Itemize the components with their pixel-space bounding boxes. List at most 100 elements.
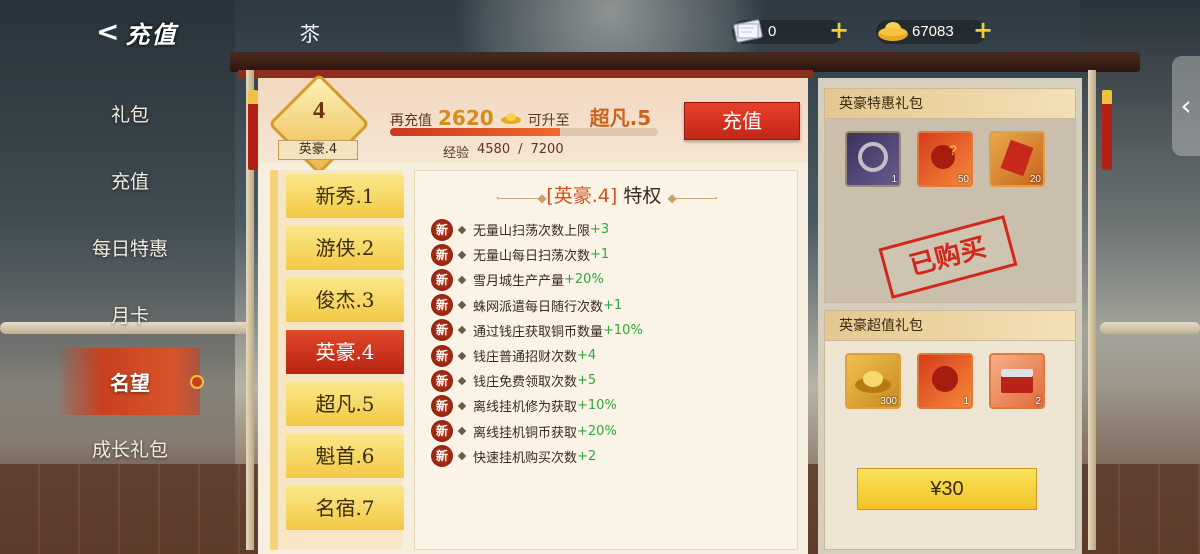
nav-item-reputation[interactable]: 名望 (60, 348, 204, 415)
nav-item-daily-deals[interactable]: 每日特惠 (60, 214, 200, 281)
tier-item[interactable]: 魁首.6 (286, 434, 404, 478)
item-qty: 1 (963, 396, 969, 407)
privilege-suffix: 特权 (623, 185, 662, 207)
diamond-bullet-icon (457, 351, 467, 360)
new-badge-icon: 新 (431, 319, 453, 342)
value-pack-items: 300 1 2 (845, 353, 1045, 409)
item-qty: 20 (1029, 174, 1041, 185)
add-ticket-button[interactable]: + (828, 18, 850, 42)
tier-item[interactable]: 游侠.2 (286, 226, 404, 270)
value-pack-title: 英豪超值礼包 (825, 311, 1075, 341)
item-qty: 300 (880, 396, 897, 407)
gift-packs-panel: 英豪特惠礼包 1 ? 50 20 已购买 英豪超值礼包 300 1 2 ¥30 (818, 78, 1082, 554)
back-arrow-icon: < (96, 15, 120, 48)
ticket-icon (733, 19, 763, 43)
tier-item[interactable]: 新秀.1 (286, 174, 404, 218)
tier-item[interactable]: 名宿.7 (286, 486, 404, 530)
privilege-text: 雪月城生产产量 (473, 274, 565, 290)
discount-pack-items: 1 ? 50 20 (845, 131, 1045, 187)
tassel-right-icon (1102, 90, 1112, 170)
privilege-level: [英豪.4] (546, 185, 618, 207)
nav-item-label: 充值 (110, 171, 149, 193)
privilege-title: ·――――◆ [英豪.4] 特权 ◆――――· (415, 181, 797, 208)
side-collapse-button[interactable]: ‹ (1172, 56, 1200, 156)
next-tier: 超凡.5 (589, 106, 652, 130)
privilege-panel: ·――――◆ [英豪.4] 特权 ◆――――· 新无量山扫荡次数上限 +3 新无量山… (414, 170, 798, 550)
privilege-bonus: +10% (603, 322, 643, 338)
item-qty: 1 (891, 174, 897, 185)
item-qty: 2 (1035, 396, 1041, 407)
red-token-icon[interactable]: ? 50 (917, 131, 973, 187)
title-divider-left: ·――――◆ (495, 191, 547, 205)
tier-item[interactable]: 超凡.5 (286, 382, 404, 426)
discount-pack: 英豪特惠礼包 1 ? 50 20 已购买 (824, 88, 1076, 303)
privilege-text: 钱庄免费领取次数 (473, 375, 578, 391)
active-dot-icon (190, 375, 204, 389)
privilege-row: 新 离线挂机铜币获取 +20% (431, 419, 643, 444)
tier-item-active[interactable]: 英豪.4 (286, 330, 404, 374)
privilege-row: 新 离线挂机修为获取 +10% (431, 393, 643, 418)
value-pack: 英豪超值礼包 300 1 2 ¥30 (824, 310, 1076, 550)
recharge-info: 再充值 2620 可升至 超凡.5 (390, 102, 651, 131)
privilege-bonus: +4 (577, 348, 597, 364)
nav-item-growth-pack[interactable]: 成长礼包 (60, 415, 200, 482)
gold-ingot-icon (500, 113, 521, 124)
nav-item-label: 礼包 (110, 104, 149, 126)
nav-item-label: 每日特惠 (91, 238, 168, 260)
title-divider-right: ◆――――· (667, 191, 718, 205)
add-gold-button[interactable]: + (972, 18, 994, 42)
vip-level-label: 英豪.4 (278, 140, 358, 160)
new-badge-icon: 新 (431, 268, 453, 291)
privilege-text: 通过钱庄获取铜币数量 (473, 324, 604, 340)
diamond-bullet-icon (457, 426, 467, 436)
privilege-bonus: +1 (603, 297, 623, 313)
exp-progress-bar (390, 128, 658, 136)
new-badge-icon: 新 (431, 420, 453, 443)
red-token-icon[interactable]: 1 (917, 353, 973, 409)
privilege-bonus: +1 (590, 247, 610, 263)
privilege-text: 蛛网派遣每日随行次数 (473, 299, 604, 315)
gold-counter: 67083 + (876, 18, 993, 46)
scroll-top-beam (230, 52, 1140, 72)
privilege-text: 无量山扫荡次数上限 (473, 224, 591, 240)
tier-list: 新秀.1 游侠.2 俊杰.3 英豪.4 超凡.5 魁首.6 名宿.7 (270, 170, 404, 550)
recharge-amount: 2620 (438, 106, 494, 130)
exp-progress-fill (390, 128, 561, 136)
privilege-text: 离线挂机修为获取 (473, 400, 578, 416)
vip-header: 4 英豪.4 再充值 2620 可升至 超凡.5 经验 4580 / 7200 … (258, 73, 808, 175)
back-button[interactable]: < 充值 (96, 14, 216, 50)
diamond-bullet-icon (457, 376, 467, 385)
buy-button[interactable]: ¥30 (857, 468, 1037, 510)
diamond-bullet-icon (457, 275, 467, 285)
new-badge-icon: 新 (431, 344, 453, 367)
tier-item[interactable]: 俊杰.3 (286, 278, 404, 322)
new-badge-icon: 新 (431, 369, 453, 392)
privilege-bonus: +20% (564, 272, 604, 288)
privilege-list: 新无量山扫荡次数上限 +3 新无量山每日扫荡次数 +1 新雪月城生产产量 +20% 新蛛网派… (431, 217, 643, 469)
new-badge-icon: 新 (431, 294, 453, 317)
scroll-top-trim (238, 70, 813, 78)
diamond-bullet-icon (457, 401, 467, 411)
privilege-row: 新 无量山每日扫荡次数 +1 (431, 242, 643, 267)
ring-icon[interactable]: 1 (845, 131, 901, 187)
page-title: 充值 (125, 19, 178, 49)
scroll-icon[interactable]: 20 (989, 131, 1045, 187)
exp-current: 4580 (477, 142, 511, 157)
recharge-button[interactable]: 充值 (684, 102, 800, 140)
new-badge-icon: 新 (431, 394, 453, 417)
privilege-text: 快速挂机购买次数 (473, 450, 578, 466)
privilege-text: 钱庄普通招财次数 (473, 350, 578, 366)
new-badge-icon: 新 (431, 445, 453, 468)
nav-item-monthly-card[interactable]: 月卡 (60, 281, 200, 348)
nav-item-recharge[interactable]: 充值 (60, 147, 200, 214)
privilege-bonus: +5 (577, 373, 597, 389)
item-qty: 50 (957, 174, 969, 185)
nav-item-gift[interactable]: 礼包 (60, 80, 200, 147)
chest-icon[interactable]: 2 (989, 353, 1045, 409)
gold-ingot-icon[interactable]: 300 (845, 353, 901, 409)
diamond-bullet-icon (457, 452, 467, 461)
diamond-bullet-icon (457, 326, 467, 335)
privilege-bonus: +10% (577, 398, 617, 414)
purchased-stamp: 已购买 (878, 215, 1018, 299)
svg-text:?: ? (949, 142, 957, 158)
